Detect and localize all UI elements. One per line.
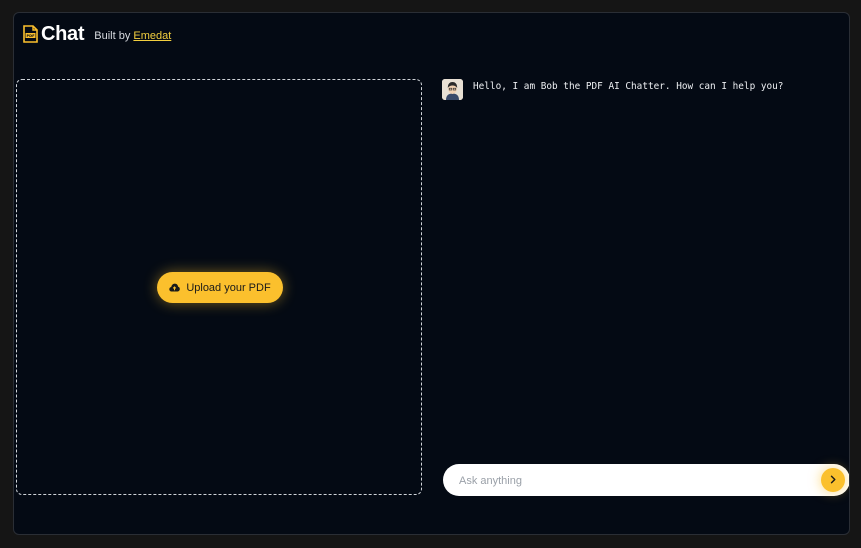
app-container: PDF Chat Built by Emedat Upload your PDF [13, 12, 850, 535]
upload-button-label: Upload your PDF [186, 281, 271, 294]
chat-message: Hello, I am Bob the PDF AI Chatter. How … [442, 79, 848, 100]
svg-text:PDF: PDF [26, 34, 35, 38]
chevron-right-icon [829, 471, 837, 489]
bot-avatar [442, 79, 463, 100]
chat-input-bar [443, 464, 849, 498]
pdf-dropzone[interactable]: Upload your PDF [16, 79, 422, 495]
built-by-prefix: Built by [94, 29, 131, 42]
send-button[interactable] [821, 468, 845, 492]
built-by: Built by Emedat [94, 30, 171, 42]
upload-pdf-button[interactable]: Upload your PDF [157, 272, 283, 303]
author-link[interactable]: Emedat [133, 30, 171, 42]
header: PDF Chat Built by Emedat [23, 21, 171, 47]
app-title: Chat [41, 22, 85, 45]
chat-messages: Hello, I am Bob the PDF AI Chatter. How … [442, 79, 848, 449]
chat-input[interactable] [457, 464, 801, 498]
pdf-file-icon: PDF [23, 25, 38, 43]
cloud-upload-icon [169, 283, 181, 292]
message-text: Hello, I am Bob the PDF AI Chatter. How … [473, 81, 784, 92]
window-frame: PDF Chat Built by Emedat Upload your PDF [0, 0, 861, 548]
